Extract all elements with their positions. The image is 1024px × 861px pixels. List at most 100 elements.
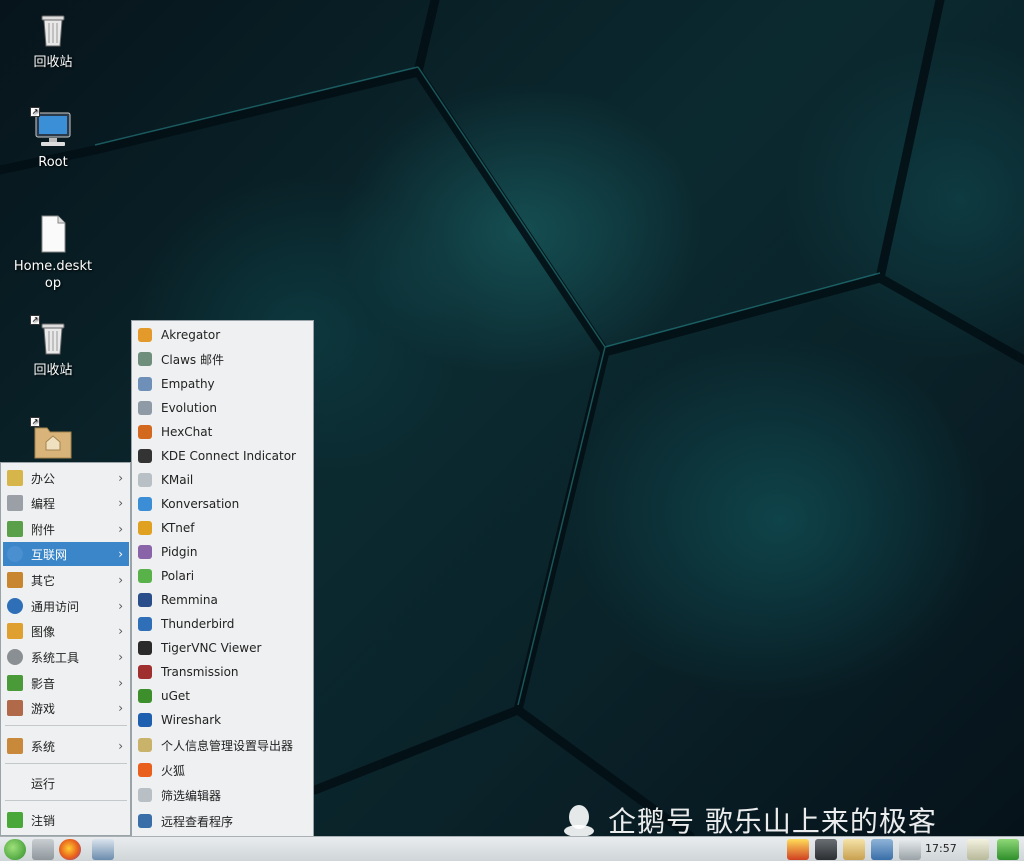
window-switcher-icon[interactable] [92, 839, 114, 860]
submenu-item-kmail[interactable]: KMail [134, 469, 312, 491]
submenu-item-transmission[interactable]: Transmission [134, 661, 312, 683]
menu-item-office[interactable]: 办公 › [3, 466, 129, 490]
claws-mail-icon [138, 352, 152, 366]
submenu-item-claws-mail[interactable]: Claws 邮件 [134, 348, 312, 370]
menu-item-label: 运行 [31, 776, 56, 791]
submenu-item-label: Claws 邮件 [161, 352, 224, 367]
menu-item-internet[interactable]: 互联网 › [3, 542, 129, 566]
menu-item-games[interactable]: 游戏 › [3, 696, 129, 720]
chevron-right-icon: › [118, 624, 123, 638]
submenu-item-label: HexChat [161, 425, 213, 439]
submenu-item-label: 远程查看程序 [161, 814, 234, 829]
submenu-item-label: Polari [161, 569, 195, 583]
desktop-icon-trash[interactable]: 回收站 [3, 10, 103, 71]
submenu-item-label: Konversation [161, 497, 240, 511]
submenu-item-akregator[interactable]: Akregator [134, 324, 312, 346]
exit-icon[interactable] [997, 839, 1019, 860]
screenshot-tray-icon[interactable] [967, 839, 989, 860]
chevron-right-icon: › [118, 739, 123, 753]
thunderbird-icon [138, 617, 152, 631]
shortcut-arrow-icon: ↗ [30, 107, 40, 117]
update-alert-icon[interactable] [787, 839, 809, 860]
hexchat-icon [138, 425, 152, 439]
menu-separator [5, 800, 127, 801]
chevron-right-icon: › [118, 701, 123, 715]
taskbar: 17:57 [0, 836, 1024, 861]
menu-item-programming[interactable]: 编程 › [3, 491, 129, 515]
menu-item-label: 影音 [31, 676, 56, 691]
submenu-item-ktnef[interactable]: KTnef [134, 517, 312, 539]
submenu-item-remmina[interactable]: Remmina [134, 589, 312, 611]
start-menu-button[interactable] [4, 839, 26, 860]
logout-icon [7, 812, 23, 828]
watermark: 企鹅号 歌乐山上来的极客 [562, 800, 937, 836]
desktop-icon-home-desktop[interactable]: Home.desktop [3, 214, 103, 292]
menu-item-label: 其它 [31, 573, 56, 588]
submenu-item-thunderbird[interactable]: Thunderbird [134, 613, 312, 635]
chevron-right-icon: › [118, 599, 123, 613]
computer-icon: ↗ [30, 107, 73, 150]
submenu-item-label: Pidgin [161, 545, 198, 559]
start-menu: 办公 › 编程 › 附件 › 互联网 › 其它 › 通用访问 › 图像 › 系统… [0, 462, 131, 836]
menu-item-label: 互联网 [31, 547, 68, 562]
chevron-right-icon: › [118, 650, 123, 664]
submenu-item-pidgin[interactable]: Pidgin [134, 541, 312, 563]
submenu-item-label: Remmina [161, 593, 218, 607]
menu-item-label: 办公 [31, 471, 56, 486]
menu-item-logout[interactable]: 注销 [3, 808, 129, 832]
remote-viewer-icon [138, 814, 152, 828]
menu-item-graphics[interactable]: 图像 › [3, 619, 129, 643]
run-icon [7, 775, 23, 791]
menu-item-label: 通用访问 [31, 599, 80, 614]
firefox-icon [138, 763, 152, 777]
submenu-item-firefox[interactable]: 火狐 [134, 759, 312, 781]
empathy-icon [138, 377, 152, 391]
chevron-right-icon: › [118, 573, 123, 587]
menu-item-system-tools[interactable]: 系统工具 › [3, 645, 129, 669]
menu-item-accessibility[interactable]: 通用访问 › [3, 594, 129, 618]
firefox-launcher-icon[interactable] [59, 839, 81, 860]
system-tools-icon [7, 649, 23, 665]
submenu-item-tigervnc[interactable]: TigerVNC Viewer [134, 637, 312, 659]
submenu-item-empathy[interactable]: Empathy [134, 373, 312, 395]
wireshark-icon [138, 713, 152, 727]
kdeconnect-icon [138, 449, 152, 463]
clock[interactable]: 17:57 [925, 842, 957, 855]
submenu-item-label: 个人信息管理设置导出器 [161, 738, 294, 753]
menu-item-run[interactable]: 运行 [3, 771, 129, 795]
desktop-icon-home-folder[interactable]: ↗ [3, 417, 103, 464]
submenu-item-pim-export[interactable]: 个人信息管理设置导出器 [134, 734, 312, 756]
submenu-item-label: KDE Connect Indicator [161, 449, 296, 463]
submenu-item-kdeconnect[interactable]: KDE Connect Indicator [134, 445, 312, 467]
clipboard-icon[interactable] [843, 839, 865, 860]
submenu-item-filter-editor[interactable]: 筛选编辑器 [134, 784, 312, 806]
menu-item-other[interactable]: 其它 › [3, 568, 129, 592]
submenu-item-wireshark[interactable]: Wireshark [134, 709, 312, 731]
submenu-item-remote-viewer[interactable]: 远程查看程序 [134, 810, 312, 832]
accessibility-icon [7, 598, 23, 614]
chevron-right-icon: › [118, 676, 123, 690]
shortcut-arrow-icon: ↗ [30, 417, 40, 427]
show-desktop-button[interactable] [32, 839, 54, 860]
network-icon[interactable] [871, 839, 893, 860]
submenu-item-evolution[interactable]: Evolution [134, 397, 312, 419]
keyboard-icon[interactable] [899, 839, 921, 860]
submenu-item-label: uGet [161, 689, 190, 703]
display-icon[interactable] [815, 839, 837, 860]
accessories-icon [7, 521, 23, 537]
menu-item-label: 注销 [31, 813, 56, 828]
submenu-item-konversation[interactable]: Konversation [134, 493, 312, 515]
pim-export-icon [138, 738, 152, 752]
submenu-item-uget[interactable]: uGet [134, 685, 312, 707]
desktop-icon-label: Root [38, 155, 68, 170]
desktop-icon-label: Home.desktop [13, 259, 93, 291]
submenu-item-hexchat[interactable]: HexChat [134, 421, 312, 443]
submenu-item-polari[interactable]: Polari [134, 565, 312, 587]
tigervnc-icon [138, 641, 152, 655]
menu-item-system[interactable]: 系统 › [3, 734, 129, 758]
desktop-icon-trash-2[interactable]: ↗ 回收站 [3, 315, 103, 379]
desktop-icon-root[interactable]: ↗ Root [3, 107, 103, 171]
evolution-icon [138, 401, 152, 415]
menu-item-multimedia[interactable]: 影音 › [3, 671, 129, 695]
menu-item-accessories[interactable]: 附件 › [3, 517, 129, 541]
